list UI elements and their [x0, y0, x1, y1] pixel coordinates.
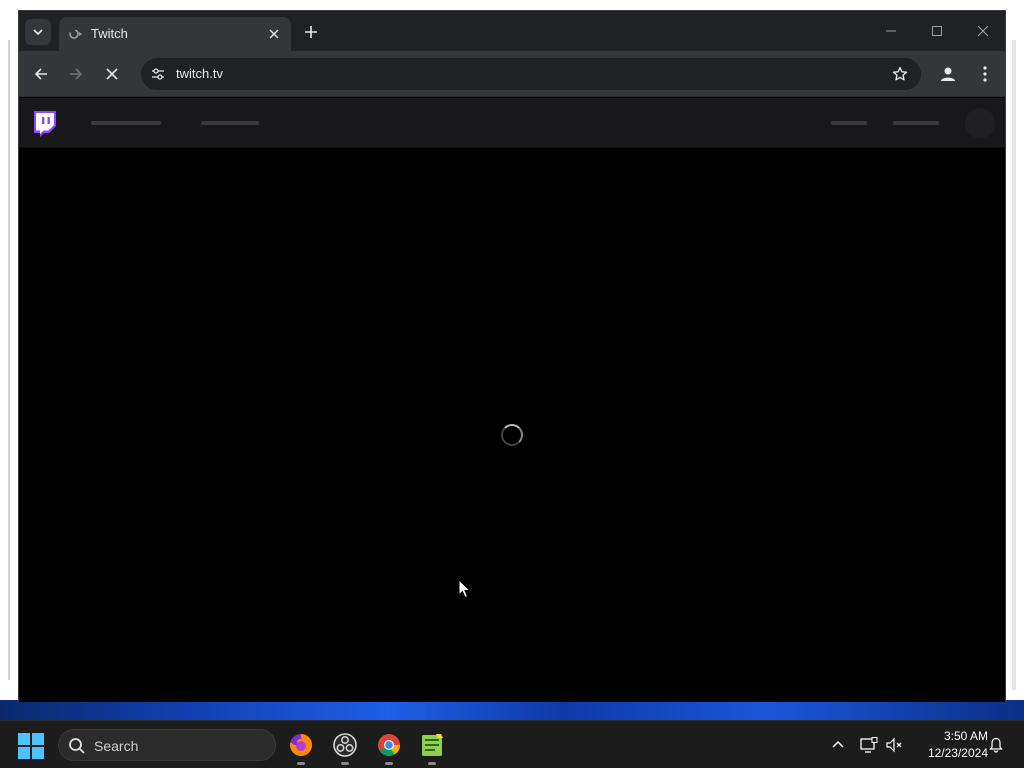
windows-logo-tile: [18, 747, 30, 759]
taskbar-search[interactable]: Search: [58, 729, 276, 761]
running-indicator: [297, 762, 305, 765]
twitch-logo-icon[interactable]: [31, 110, 57, 138]
bell-icon: [989, 737, 1003, 753]
tab-strip: Twitch: [19, 11, 1005, 51]
twitch-favicon-icon: [69, 29, 82, 39]
background-window-edge: [1012, 40, 1016, 690]
mouse-cursor-icon: [458, 579, 472, 599]
clock-date: 12/23/2024: [927, 746, 988, 760]
windows-logo-tile: [32, 733, 44, 745]
system-clock[interactable]: 3:50 AM 12/23/2024: [912, 728, 988, 762]
clock-time: 3:50 AM: [943, 729, 988, 743]
plus-icon: [305, 26, 317, 38]
person-icon: [941, 67, 955, 81]
start-button[interactable]: [18, 733, 44, 759]
firefox-icon: [290, 733, 313, 756]
tune-icon: [152, 68, 164, 80]
maximize-button[interactable]: [923, 19, 951, 43]
avatar-placeholder: [965, 108, 995, 138]
profile-button[interactable]: [936, 62, 960, 86]
taskbar-app-notepadpp[interactable]: [418, 731, 446, 765]
browser-toolbar: twitch.tv: [19, 51, 1005, 97]
loading-spinner: [501, 424, 523, 446]
more-vertical-icon: [983, 66, 987, 82]
minimize-icon: [886, 30, 896, 32]
running-indicator: [385, 762, 393, 765]
url-text: twitch.tv: [176, 66, 223, 81]
nav-button-placeholder: [893, 121, 939, 125]
chevron-up-icon: [832, 740, 844, 748]
taskbar-app-firefox[interactable]: [287, 731, 315, 765]
maximize-icon: [932, 26, 942, 36]
search-label: Search: [94, 738, 139, 754]
taskbar-app-chrome[interactable]: [375, 731, 403, 765]
close-icon: [269, 29, 279, 39]
close-window-button[interactable]: [969, 19, 997, 43]
bookmark-button[interactable]: [889, 63, 911, 85]
tab-twitch[interactable]: Twitch: [59, 17, 291, 51]
new-tab-button[interactable]: [299, 20, 323, 44]
notifications-button[interactable]: [986, 735, 1006, 755]
close-icon: [977, 25, 989, 37]
chrome-icon: [378, 734, 400, 756]
search-icon: [69, 738, 85, 754]
site-info-button[interactable]: [147, 63, 169, 85]
browser-menu-button[interactable]: [975, 62, 995, 86]
taskbar-app-obs[interactable]: [331, 731, 359, 765]
tab-close-button[interactable]: [265, 25, 283, 43]
running-indicator: [341, 762, 349, 765]
windows-logo-tile: [32, 747, 44, 759]
show-hidden-icons-button[interactable]: [828, 735, 848, 755]
back-button[interactable]: [27, 60, 55, 88]
minimize-button[interactable]: [877, 19, 905, 43]
page-content: [19, 98, 1005, 702]
nav-button-placeholder: [831, 121, 867, 125]
stop-loading-button[interactable]: [98, 60, 126, 88]
obs-icon: [333, 733, 357, 757]
wallpaper: [0, 700, 1024, 720]
chevron-down-icon: [33, 29, 43, 36]
tab-list-button[interactable]: [25, 19, 51, 45]
twitch-top-nav: [19, 98, 1005, 148]
nav-link-placeholder: [91, 121, 161, 125]
running-indicator: [428, 762, 436, 765]
network-status-button[interactable]: [859, 735, 879, 755]
arrow-right-icon: [70, 68, 83, 80]
taskbar: Search 3:50 AM 12/23/2024: [0, 720, 1024, 768]
windows-logo-icon: [18, 733, 30, 745]
tab-title: Twitch: [91, 26, 128, 41]
browser-window: Twitch twitch.tv: [18, 10, 1006, 702]
arrow-left-icon: [34, 68, 47, 80]
close-icon: [106, 68, 118, 80]
network-icon: [860, 737, 878, 753]
background-window-edge: [8, 40, 10, 680]
star-icon: [892, 66, 908, 81]
address-bar[interactable]: twitch.tv: [141, 58, 921, 90]
notepadpp-icon: [422, 734, 443, 756]
forward-button[interactable]: [62, 60, 90, 88]
nav-link-placeholder: [201, 121, 259, 125]
volume-button[interactable]: [885, 735, 905, 755]
volume-muted-icon: [886, 737, 902, 753]
